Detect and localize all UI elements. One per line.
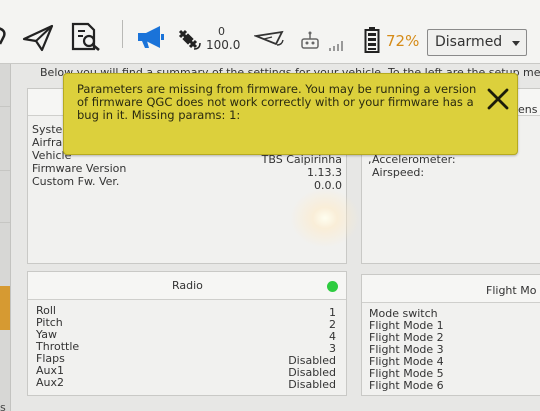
panel-label: Custom Fw. Ver.	[32, 175, 120, 188]
arm-state-label: Disarmed	[435, 34, 503, 50]
radio-row-value: Disabled	[288, 378, 336, 391]
flight-modes-panel-title: Flight Mo	[486, 284, 537, 297]
send-icon[interactable]	[22, 24, 54, 52]
panel-label: Airfra	[32, 136, 63, 149]
sensors-panel-title: ens	[518, 103, 538, 116]
back-icon[interactable]	[0, 26, 8, 46]
close-icon[interactable]	[486, 87, 510, 111]
chevron-down-icon	[512, 41, 520, 46]
megaphone-icon[interactable]	[136, 25, 166, 49]
radio-status-indicator	[327, 281, 338, 292]
toolbar-separator	[122, 20, 123, 48]
sidebar-item[interactable]	[0, 106, 10, 171]
sidebar-item-selected[interactable]	[0, 286, 10, 330]
screen-glare	[290, 188, 360, 248]
panel-label: Syster	[32, 123, 67, 136]
radio-panel-title: Radio	[172, 279, 203, 292]
link-count: 0	[218, 25, 225, 38]
gps-value: 100.0	[206, 38, 241, 52]
radio-panel-header[interactable]: Radio	[28, 272, 346, 300]
satellite-icon[interactable]	[176, 27, 202, 51]
arm-state-dropdown[interactable]: Disarmed	[427, 29, 527, 56]
battery-icon[interactable]	[364, 27, 380, 53]
flight-mode-row: Flight Mode 6	[369, 379, 444, 392]
alert-message: Parameters are missing from firmware. Yo…	[77, 82, 477, 122]
rc-link-icon[interactable]	[252, 30, 286, 50]
setup-sidebar: s	[0, 64, 11, 411]
radio-panel: Radio Roll Pitch Yaw Throttle Flaps Aux1…	[27, 271, 347, 396]
sidebar-item[interactable]	[0, 64, 10, 107]
signal-icon	[328, 36, 346, 51]
flight-modes-panel: Flight Mo Mode switch Flight Mode 1 Flig…	[361, 274, 540, 396]
sidebar-item[interactable]	[0, 170, 10, 223]
plan-icon[interactable]	[70, 22, 102, 52]
joystick-icon[interactable]	[300, 30, 320, 50]
qgc-screen: 0 100.0 72% Disarmed s Below me Syster A…	[0, 0, 540, 411]
main-toolbar: 0 100.0 72% Disarmed	[0, 0, 540, 64]
panel-label: Airspeed:	[372, 166, 425, 179]
radio-row-label: Aux2	[36, 376, 65, 389]
panel-value: 1.13.3	[307, 166, 342, 179]
flight-modes-panel-header[interactable]: Flight Mo	[362, 275, 540, 303]
panel-label: Firmware Version	[32, 162, 127, 175]
missing-params-alert: Parameters are missing from firmware. Yo…	[63, 73, 518, 155]
sidebar-item-label: s	[0, 401, 6, 411]
battery-percent: 72%	[386, 32, 420, 50]
